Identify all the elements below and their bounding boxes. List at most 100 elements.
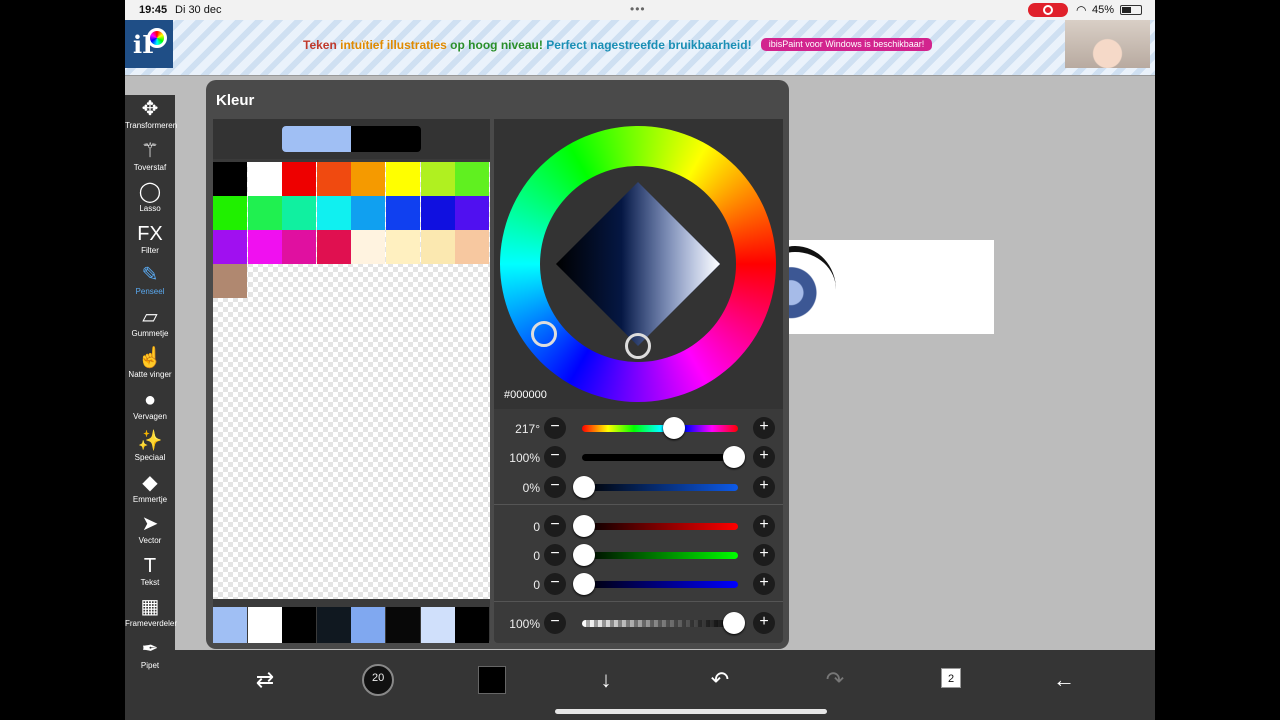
home-indicator[interactable] (555, 709, 827, 714)
frameverdeler-icon: ▦ (140, 596, 160, 618)
saturation-slider-thumb[interactable] (723, 446, 745, 468)
tool-emmertje[interactable]: ◆ Emmertje (125, 471, 175, 511)
palette-swatch[interactable] (247, 162, 282, 196)
brightness-increase-button[interactable]: + (753, 476, 775, 498)
hue-slider-track[interactable] (582, 425, 738, 432)
recent-color-swatch[interactable] (455, 607, 490, 643)
tool-pipet[interactable]: ✒ Pipet (125, 637, 175, 677)
green-slider-track[interactable] (582, 552, 738, 559)
green-slider-thumb[interactable] (573, 544, 595, 566)
tool-vervagen[interactable]: ● Vervagen (125, 388, 175, 428)
hex-color-value[interactable]: #000000 (504, 389, 547, 401)
blue-slider-track[interactable] (582, 581, 738, 588)
palette-swatch[interactable] (420, 162, 455, 196)
tool-lasso[interactable]: ◯ Lasso (125, 180, 175, 220)
palette-swatch[interactable] (316, 162, 351, 196)
battery-percentage: 45% (1092, 4, 1115, 16)
back-arrow-icon[interactable]: ← (1044, 660, 1084, 700)
palette-swatch[interactable] (213, 230, 247, 264)
blue-decrease-button[interactable]: − (544, 573, 566, 595)
swap-tool-icon[interactable]: ⇄ (245, 660, 285, 700)
tool-transformeren[interactable]: ✥ Transformeren (125, 97, 177, 137)
palette-swatch[interactable] (316, 196, 351, 230)
palette-swatch[interactable] (420, 196, 455, 230)
hue-decrease-button[interactable]: − (544, 417, 566, 439)
tool-filter[interactable]: FX Filter (125, 222, 175, 262)
blue-slider-thumb[interactable] (573, 573, 595, 595)
palette-swatch[interactable] (386, 196, 420, 230)
tool-speciaal[interactable]: ✨ Speciaal (125, 429, 175, 469)
undo-icon[interactable]: ↶ (700, 660, 740, 700)
ad-banner[interactable]: iP Teken intuïtief illustraties op hoog … (125, 20, 1155, 76)
blue-increase-button[interactable]: + (753, 573, 775, 595)
red-slider-track[interactable] (582, 523, 738, 530)
hue-slider-thumb[interactable] (663, 417, 685, 439)
recent-color-swatch[interactable] (420, 607, 455, 643)
red-slider-thumb[interactable] (573, 515, 595, 537)
tool-gummetje[interactable]: ▱ Gummetje (125, 305, 175, 345)
palette-swatch[interactable] (455, 230, 490, 264)
brightness-slider-thumb[interactable] (573, 476, 595, 498)
recent-color-swatch[interactable] (247, 607, 282, 643)
download-arrow-icon[interactable]: ↓ (586, 660, 626, 700)
tool-frameverdeler[interactable]: ▦ Frameverdeler (125, 595, 177, 635)
palette-swatch[interactable] (213, 264, 247, 298)
palette-swatch[interactable] (316, 230, 351, 264)
hue-ring-handle[interactable] (531, 321, 557, 347)
palette-swatch[interactable] (282, 230, 317, 264)
hue-slider-row: 217° − + (494, 415, 783, 443)
background-color-swatch[interactable] (351, 126, 421, 152)
palette-swatch[interactable] (213, 196, 247, 230)
tool-label: Emmertje (132, 494, 168, 504)
brightness-slider-track[interactable] (582, 484, 738, 491)
tool-toverstaf[interactable]: ⚚ Toverstaf (125, 139, 175, 179)
tool-natte-vinger[interactable]: ☝ Natte vinger (125, 346, 175, 386)
tool-vector[interactable]: ➤ Vector (125, 512, 175, 552)
brush-size-button[interactable]: 20 (358, 660, 398, 700)
palette-swatch[interactable] (351, 230, 386, 264)
red-decrease-button[interactable]: − (544, 515, 566, 537)
saturation-increase-button[interactable]: + (753, 446, 775, 468)
recent-color-swatch[interactable] (386, 607, 420, 643)
opacity-increase-button[interactable]: + (753, 612, 775, 634)
recent-color-swatch[interactable] (316, 607, 351, 643)
brightness-decrease-button[interactable]: − (544, 476, 566, 498)
screen-recording-icon[interactable] (1028, 3, 1068, 17)
tool-tekst[interactable]: T Tekst (125, 554, 175, 594)
banner-cta-button[interactable]: ibisPaint voor Windows is beschikbaar! (761, 38, 932, 51)
green-decrease-button[interactable]: − (544, 544, 566, 566)
palette-swatch[interactable] (420, 230, 455, 264)
palette-swatch[interactable] (282, 162, 317, 196)
saturation-decrease-button[interactable]: − (544, 446, 566, 468)
opacity-slider-track[interactable] (582, 620, 738, 627)
palette-swatch[interactable] (386, 230, 420, 264)
palette-swatch[interactable] (351, 162, 386, 196)
palette-swatch[interactable] (455, 162, 490, 196)
red-increase-button[interactable]: + (753, 515, 775, 537)
hue-ring[interactable] (500, 126, 776, 402)
palette-swatch[interactable] (386, 162, 420, 196)
tool-penseel[interactable]: ✎ Penseel (125, 263, 175, 303)
redo-icon[interactable]: ↷ (815, 660, 855, 700)
sv-diamond-handle[interactable] (625, 333, 651, 359)
opacity-slider-thumb[interactable] (723, 612, 745, 634)
palette-swatch[interactable] (351, 196, 386, 230)
palette-swatch[interactable] (282, 196, 317, 230)
foreground-color-swatch[interactable] (282, 126, 351, 152)
status-time: 19:45 (139, 4, 168, 16)
recent-color-swatch[interactable] (351, 607, 386, 643)
recent-color-swatch[interactable] (282, 607, 317, 643)
palette-swatch[interactable] (213, 162, 247, 196)
palette-swatch[interactable] (247, 196, 282, 230)
color-palette[interactable] (213, 162, 490, 599)
saturation-slider-track[interactable] (582, 454, 738, 461)
green-increase-button[interactable]: + (753, 544, 775, 566)
palette-swatch[interactable] (455, 196, 490, 230)
recent-color-swatch[interactable] (213, 607, 247, 643)
opacity-decrease-button[interactable]: − (544, 612, 566, 634)
hue-increase-button[interactable]: + (753, 417, 775, 439)
multitasking-dots-icon[interactable]: ••• (630, 2, 646, 16)
palette-swatch[interactable] (247, 230, 282, 264)
layers-button[interactable]: 2 (929, 660, 969, 700)
color-button[interactable] (472, 660, 512, 700)
